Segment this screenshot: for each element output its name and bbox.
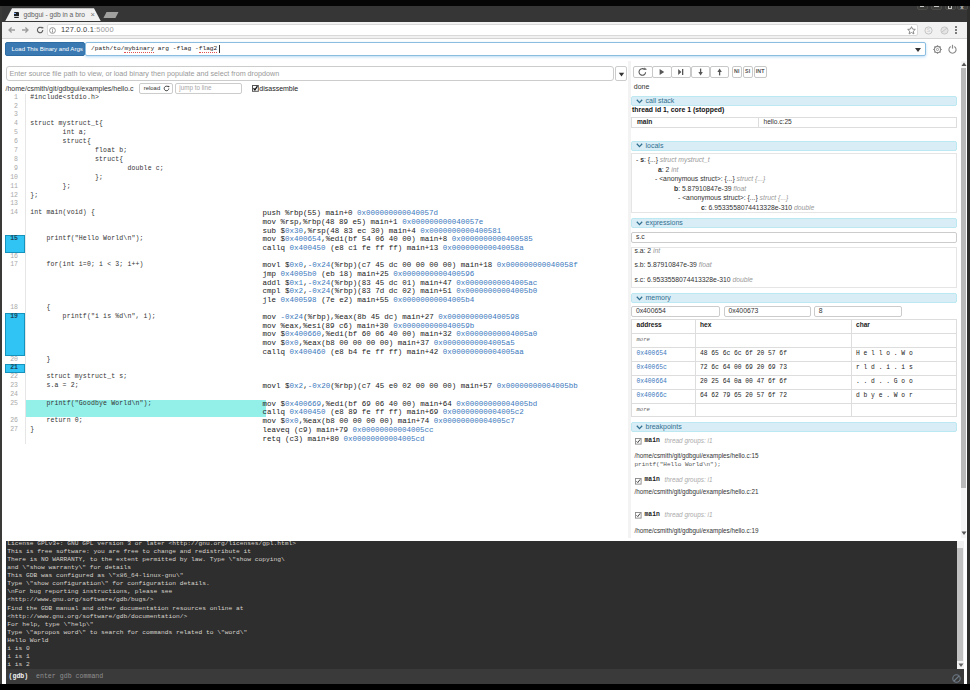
svg-text:S: S [926,27,930,33]
